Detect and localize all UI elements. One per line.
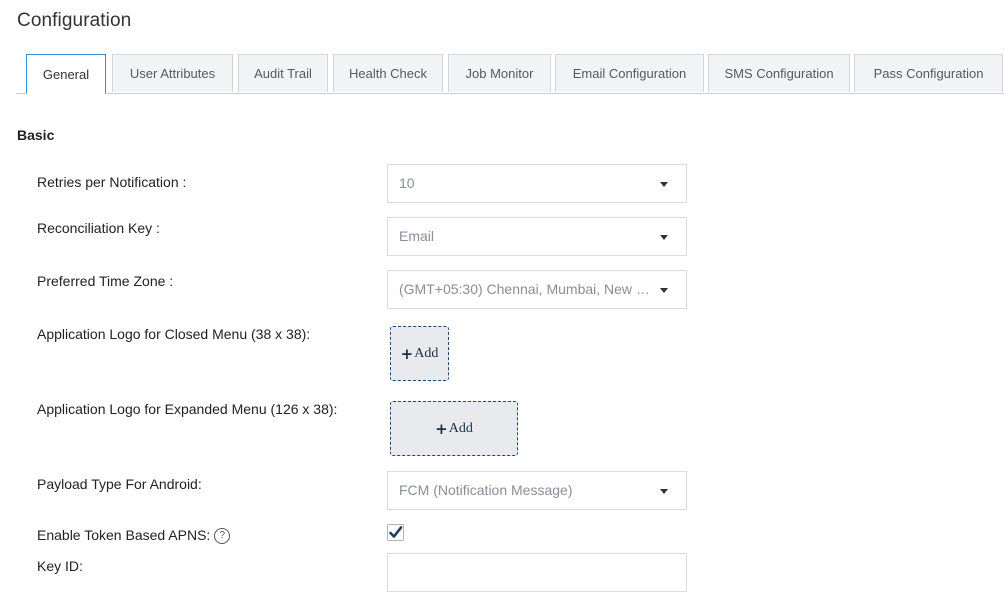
tab-user-attributes[interactable]: User Attributes <box>112 54 233 92</box>
caret-down-icon <box>660 235 668 240</box>
tab-divider <box>16 93 1004 94</box>
time-zone-label: Preferred Time Zone : <box>37 273 174 289</box>
key-id-label: Key ID: <box>37 558 83 574</box>
tab-email-configuration[interactable]: Email Configuration <box>555 54 704 92</box>
time-zone-select[interactable]: (GMT+05:30) Chennai, Mumbai, New Delhi <box>387 270 687 309</box>
time-zone-value: (GMT+05:30) Chennai, Mumbai, New Delhi <box>399 281 654 297</box>
retries-label: Retries per Notification : <box>37 174 187 190</box>
add-logo-closed-button[interactable]: + Add <box>390 326 449 381</box>
plus-icon: + <box>435 419 448 438</box>
caret-down-icon <box>660 489 668 494</box>
tab-general[interactable]: General <box>26 54 106 94</box>
token-apns-label: Enable Token Based APNS: <box>37 527 211 543</box>
reconciliation-key-label: Reconciliation Key : <box>37 220 160 236</box>
section-title-basic: Basic <box>17 127 55 143</box>
tab-audit-trail[interactable]: Audit Trail <box>238 54 328 92</box>
page-title: Configuration <box>17 10 132 31</box>
payload-type-label: Payload Type For Android: <box>37 476 202 492</box>
tab-sms-configuration[interactable]: SMS Configuration <box>708 54 850 92</box>
add-label: Add <box>414 345 439 361</box>
add-logo-expanded-button[interactable]: + Add <box>390 401 518 456</box>
help-icon[interactable]: ? <box>214 528 231 545</box>
retries-select[interactable]: 10 <box>387 164 687 203</box>
token-apns-label-row: Enable Token Based APNS:? <box>37 527 231 545</box>
token-apns-checkbox[interactable] <box>387 524 404 541</box>
key-id-input[interactable] <box>387 553 687 592</box>
tab-bar: General User Attributes Audit Trail Heal… <box>16 54 1004 94</box>
tab-job-monitor[interactable]: Job Monitor <box>448 54 551 92</box>
retries-value: 10 <box>399 175 415 191</box>
add-label: Add <box>448 420 473 436</box>
logo-closed-label: Application Logo for Closed Menu (38 x 3… <box>37 326 311 342</box>
payload-type-value: FCM (Notification Message) <box>399 482 573 498</box>
tab-pass-configuration[interactable]: Pass Configuration <box>854 54 1003 92</box>
plus-icon: + <box>400 344 414 363</box>
caret-down-icon <box>660 182 668 187</box>
caret-down-icon <box>660 288 668 293</box>
payload-type-select[interactable]: FCM (Notification Message) <box>387 471 687 510</box>
logo-expanded-label: Application Logo for Expanded Menu (126 … <box>37 401 338 417</box>
tab-health-check[interactable]: Health Check <box>333 54 443 92</box>
reconciliation-key-value: Email <box>399 228 435 244</box>
reconciliation-key-select[interactable]: Email <box>387 217 687 256</box>
